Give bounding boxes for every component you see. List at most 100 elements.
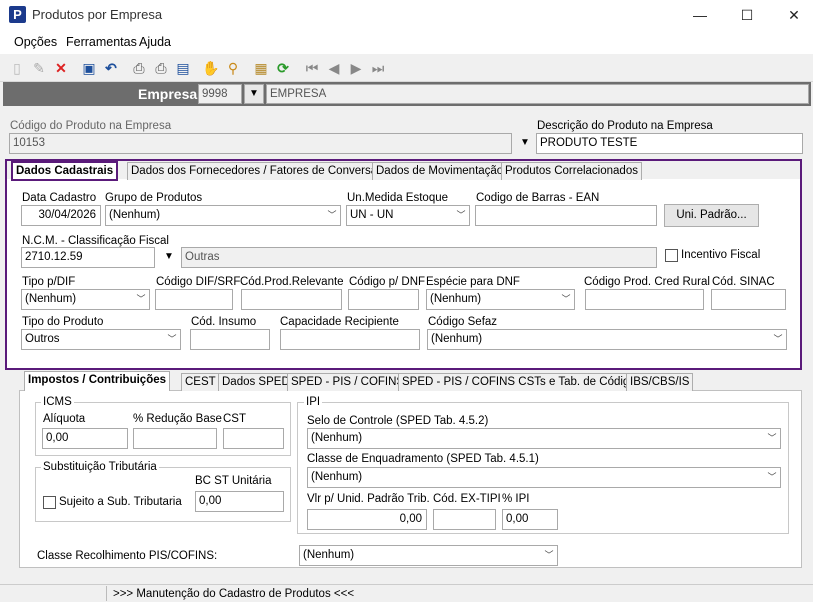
tab-fornecedores[interactable]: Dados dos Fornecedores / Fatores de Conv… bbox=[127, 162, 388, 180]
hand-icon[interactable]: ✋ bbox=[202, 59, 220, 77]
prev-record-icon[interactable]: ◀ bbox=[325, 59, 343, 77]
empresa-name: EMPRESA bbox=[266, 84, 809, 104]
classe-pis-label: Classe Recolhimento PIS/COFINS: bbox=[37, 550, 218, 562]
maximize-button[interactable]: ☐ bbox=[724, 0, 770, 30]
search-icon[interactable]: ⚲ bbox=[224, 59, 242, 77]
cod-insumo-label: Cód. Insumo bbox=[191, 316, 257, 328]
tipo-produto-label: Tipo do Produto bbox=[22, 316, 104, 328]
delete-icon[interactable]: ✕ bbox=[52, 59, 70, 77]
capacidade-field[interactable] bbox=[280, 329, 420, 350]
cod-dif-label: Código DIF/SRF bbox=[156, 276, 241, 288]
aliquota-label: Alíquota bbox=[43, 413, 86, 425]
cod-insumo-field[interactable] bbox=[190, 329, 270, 350]
export-icon[interactable]: ▤ bbox=[174, 59, 192, 77]
grupo-label: Grupo de Produtos bbox=[105, 192, 203, 204]
reducao-field[interactable] bbox=[133, 428, 217, 449]
classe-pis-select[interactable]: (Nenhum) ﹀ bbox=[299, 545, 558, 566]
cod-relevante-label: Cód.Prod.Relevante bbox=[240, 276, 344, 288]
classe-enquadramento-select[interactable]: (Nenhum) ﹀ bbox=[307, 467, 781, 488]
vlr-unid-label: Vlr p/ Unid. Padrão Trib. bbox=[307, 493, 430, 505]
print-preview-icon[interactable]: ⎙ bbox=[152, 59, 170, 77]
app-icon: P bbox=[9, 6, 26, 23]
cod-dnf-label: Código p/ DNF bbox=[349, 276, 426, 288]
last-record-icon[interactable]: ⏭ bbox=[369, 59, 387, 77]
codigo-dropdown-icon[interactable]: ▼ bbox=[515, 133, 535, 154]
tab-ibs-cbs[interactable]: IBS/CBS/IS bbox=[626, 373, 694, 391]
cod-relevante-field[interactable] bbox=[241, 289, 342, 310]
empresa-code[interactable]: 9998 bbox=[198, 84, 242, 104]
empresa-dropdown-icon[interactable]: ▼ bbox=[244, 84, 264, 104]
cod-sinac-field[interactable] bbox=[711, 289, 786, 310]
unidade-label: Un.Medida Estoque bbox=[347, 192, 449, 204]
properties-icon[interactable]: ▦ bbox=[252, 59, 270, 77]
unidade-select[interactable]: UN - UN ﹀ bbox=[346, 205, 470, 226]
ipi-title: IPI bbox=[304, 396, 323, 408]
classe-enquadramento-label: Classe de Enquadramento (SPED Tab. 4.5.1… bbox=[307, 453, 539, 465]
cod-dnf-field[interactable] bbox=[348, 289, 419, 310]
tab-dados-sped[interactable]: Dados SPED bbox=[218, 373, 294, 391]
undo-icon[interactable]: ↶ bbox=[102, 59, 120, 77]
incentivo-label: Incentivo Fiscal bbox=[681, 249, 761, 261]
bc-st-field[interactable]: 0,00 bbox=[195, 491, 284, 512]
menu-ferramentas[interactable]: Ferramentas bbox=[66, 35, 137, 49]
grupo-select[interactable]: (Nenhum) ﹀ bbox=[105, 205, 341, 226]
descricao-field[interactable]: PRODUTO TESTE bbox=[536, 133, 803, 154]
tab-impostos[interactable]: Impostos / Contribuições bbox=[24, 371, 171, 391]
print-icon[interactable]: ⎙ bbox=[130, 59, 148, 77]
status-divider bbox=[106, 586, 107, 601]
sefaz-label: Código Sefaz bbox=[428, 316, 498, 328]
data-cadastro-label: Data Cadastro bbox=[22, 192, 97, 204]
ncm-desc-field: Outras bbox=[181, 247, 657, 268]
edit-icon[interactable]: ✎ bbox=[30, 59, 48, 77]
ncm-label: N.C.M. - Classificação Fiscal bbox=[22, 235, 169, 247]
cst-field[interactable] bbox=[223, 428, 284, 449]
tab-correlacionados[interactable]: Produtos Correlacionados bbox=[501, 162, 642, 180]
tipo-dif-select[interactable]: (Nenhum) ﹀ bbox=[21, 289, 150, 310]
st-title: Substituição Tributária bbox=[41, 461, 159, 473]
uni-padrao-button[interactable]: Uni. Padrão... bbox=[664, 204, 759, 227]
minimize-button[interactable]: — bbox=[677, 0, 723, 30]
ncm-dropdown-icon[interactable]: ▼ bbox=[159, 247, 179, 268]
vlr-unid-field[interactable]: 0,00 bbox=[307, 509, 427, 530]
selo-label: Selo de Controle (SPED Tab. 4.5.2) bbox=[307, 415, 489, 427]
menu-opcoes[interactable]: Opções bbox=[14, 35, 57, 49]
tab-movimentacao[interactable]: Dados de Movimentação bbox=[372, 162, 508, 180]
bc-st-label: BC ST Unitária bbox=[195, 475, 272, 487]
sujeito-st-label: Sujeito a Sub. Tributaria bbox=[59, 496, 182, 508]
tab-cest[interactable]: CEST bbox=[181, 373, 220, 391]
cod-cred-rural-field[interactable] bbox=[585, 289, 704, 310]
tab-sped-pis[interactable]: SPED - PIS / COFINS bbox=[287, 373, 409, 391]
ean-field[interactable] bbox=[475, 205, 657, 226]
extipi-field[interactable] bbox=[433, 509, 496, 530]
menu-ajuda[interactable]: Ajuda bbox=[139, 35, 171, 49]
cod-sinac-label: Cód. SINAC bbox=[712, 276, 775, 288]
tipo-produto-select[interactable]: Outros ﹀ bbox=[21, 329, 181, 350]
capacidade-label: Capacidade Recipiente bbox=[280, 316, 399, 328]
tab-dados-cadastrais[interactable]: Dados Cadastrais bbox=[11, 161, 119, 181]
first-record-icon[interactable]: ⏮ bbox=[303, 59, 321, 77]
data-cadastro-field[interactable]: 30/04/2026 bbox=[21, 205, 101, 226]
tab-sped-pis-csts[interactable]: SPED - PIS / COFINS CSTs e Tab. de Códig… bbox=[398, 373, 646, 391]
tipo-dif-label: Tipo p/DIF bbox=[22, 276, 76, 288]
cst-label: CST bbox=[223, 413, 246, 425]
aliquota-field[interactable]: 0,00 bbox=[42, 428, 128, 449]
close-button[interactable]: ✕ bbox=[771, 0, 813, 30]
incentivo-checkbox[interactable] bbox=[665, 249, 678, 262]
new-icon[interactable]: ▯ bbox=[8, 59, 26, 77]
next-record-icon[interactable]: ▶ bbox=[347, 59, 365, 77]
sujeito-st-checkbox[interactable] bbox=[43, 496, 56, 509]
toolbar bbox=[0, 54, 813, 82]
pct-ipi-field[interactable]: 0,00 bbox=[502, 509, 558, 530]
pct-ipi-label: % IPI bbox=[502, 493, 530, 505]
selo-select[interactable]: (Nenhum) ﹀ bbox=[307, 428, 781, 449]
especie-dnf-select[interactable]: (Nenhum) ﹀ bbox=[426, 289, 575, 310]
cod-dif-field[interactable] bbox=[155, 289, 233, 310]
window-title: Produtos por Empresa bbox=[32, 7, 163, 22]
save-icon[interactable]: ▣ bbox=[80, 59, 98, 77]
descricao-label: Descrição do Produto na Empresa bbox=[537, 120, 713, 132]
codigo-field[interactable]: 10153 bbox=[9, 133, 512, 154]
ncm-code-field[interactable]: 2710.12.59 bbox=[21, 247, 155, 268]
sefaz-select[interactable]: (Nenhum) ﹀ bbox=[427, 329, 787, 350]
refresh-icon[interactable]: ⟳ bbox=[274, 59, 292, 77]
extipi-label: Cód. EX-TIPI bbox=[433, 493, 501, 505]
